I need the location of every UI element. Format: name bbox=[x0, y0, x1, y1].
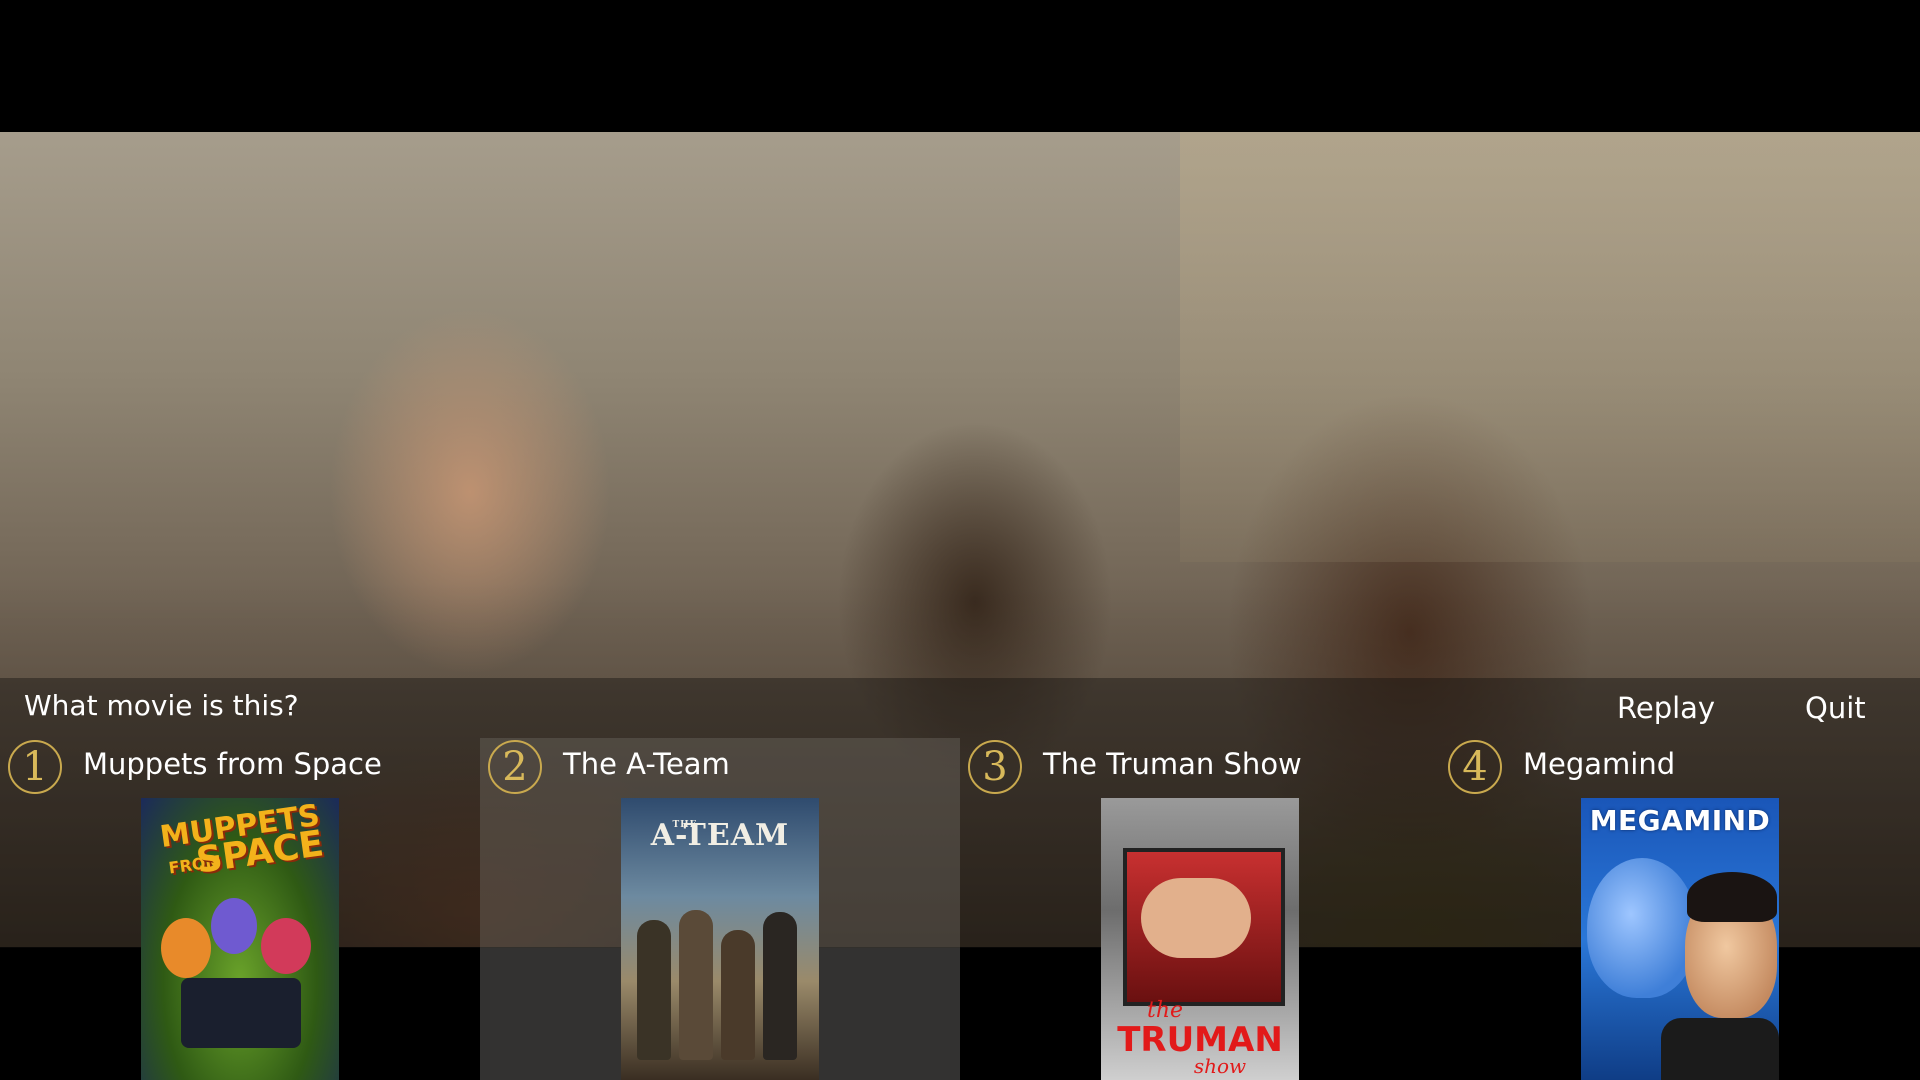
replay-button[interactable]: Replay bbox=[1617, 686, 1715, 730]
poster-title: A-TEAM bbox=[650, 818, 790, 853]
poster-title: show bbox=[1193, 1054, 1247, 1078]
poster-figure bbox=[637, 920, 671, 1060]
choice-number-badge: 1 bbox=[8, 740, 62, 794]
quit-button[interactable]: Quit bbox=[1805, 686, 1866, 730]
answer-choice-2[interactable]: 2 The A-Team THE A-TEAM bbox=[480, 738, 960, 1080]
movie-poster[interactable]: MEGAMIND bbox=[1581, 798, 1779, 1080]
answer-choice-3[interactable]: 3 The Truman Show the TRUMAN show bbox=[960, 738, 1440, 1080]
choice-title: Muppets from Space bbox=[83, 747, 382, 781]
poster-character bbox=[1587, 858, 1697, 998]
choice-title: Megamind bbox=[1523, 747, 1676, 781]
choice-title: The A-Team bbox=[563, 747, 730, 781]
poster-character-hair bbox=[1687, 872, 1777, 922]
poster-character bbox=[261, 918, 311, 974]
poster-figure bbox=[763, 912, 797, 1060]
poster-title: MEGAMIND bbox=[1589, 804, 1771, 837]
choice-number-badge: 2 bbox=[488, 740, 542, 794]
movie-poster[interactable]: the TRUMAN show bbox=[1101, 798, 1299, 1080]
poster-character-body bbox=[1661, 1018, 1779, 1080]
poster-figure bbox=[721, 930, 755, 1060]
choice-title: The Truman Show bbox=[1043, 747, 1302, 781]
poster-character bbox=[161, 918, 211, 978]
choice-number-badge: 4 bbox=[1448, 740, 1502, 794]
choice-number-badge: 3 bbox=[968, 740, 1022, 794]
poster-character bbox=[211, 898, 257, 954]
movie-poster[interactable]: THE A-TEAM bbox=[621, 798, 819, 1080]
poster-face bbox=[1141, 878, 1251, 958]
poster-spaceship bbox=[181, 978, 301, 1048]
answer-choice-1[interactable]: 1 Muppets from Space MUPPETS FROM SPACE bbox=[0, 738, 480, 1080]
movie-poster[interactable]: MUPPETS FROM SPACE bbox=[141, 798, 339, 1080]
answer-choice-4[interactable]: 4 Megamind MEGAMIND bbox=[1440, 738, 1920, 1080]
poster-figure bbox=[679, 910, 713, 1060]
question-text: What movie is this? bbox=[24, 689, 299, 722]
quiz-screen: What movie is this? Replay Quit 1 Muppet… bbox=[0, 0, 1920, 1080]
